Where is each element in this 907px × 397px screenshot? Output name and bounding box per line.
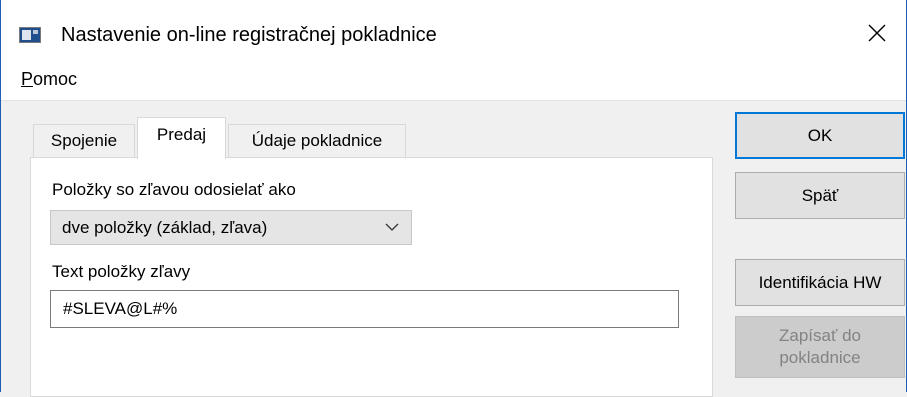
menu-item-help-mnemonic: P [21,69,34,89]
back-button[interactable]: Späť [735,172,905,219]
write-to-register-button: Zapísať do pokladnice [735,316,905,378]
identify-hw-button[interactable]: Identifikácia HW [735,259,905,306]
menu-item-help[interactable]: Pomoc [21,66,77,92]
menu-bar: Pomoc [1,58,906,101]
window-title: Nastavenie on-line registračnej pokladni… [61,24,437,46]
discount-mode-select[interactable]: dve položky (základ, zľava) [50,210,412,245]
tab-panel-predaj: Položky so zľavou odosielať ako dve polo… [30,157,713,397]
tab-udaje-pokladnice[interactable]: Údaje pokladnice [228,124,406,158]
ok-button[interactable]: OK [735,112,905,159]
discount-mode-value: dve položky (základ, zľava) [62,218,268,237]
tab-predaj[interactable]: Predaj [137,117,226,159]
title-bar: Nastavenie on-line registračnej pokladni… [1,0,906,58]
tab-spojenie[interactable]: Spojenie [33,124,135,158]
app-window-icon [19,27,41,43]
dialog-window: Nastavenie on-line registračnej pokladni… [0,0,907,397]
close-icon [868,24,886,42]
close-button[interactable] [848,10,906,56]
chevron-down-icon [385,223,399,231]
discount-mode-label: Položky so zľavou odosielať ako [52,180,296,199]
discount-text-label: Text položky zľavy [52,262,191,281]
discount-text-input[interactable] [50,290,679,328]
menu-item-help-label: omoc [33,69,78,89]
